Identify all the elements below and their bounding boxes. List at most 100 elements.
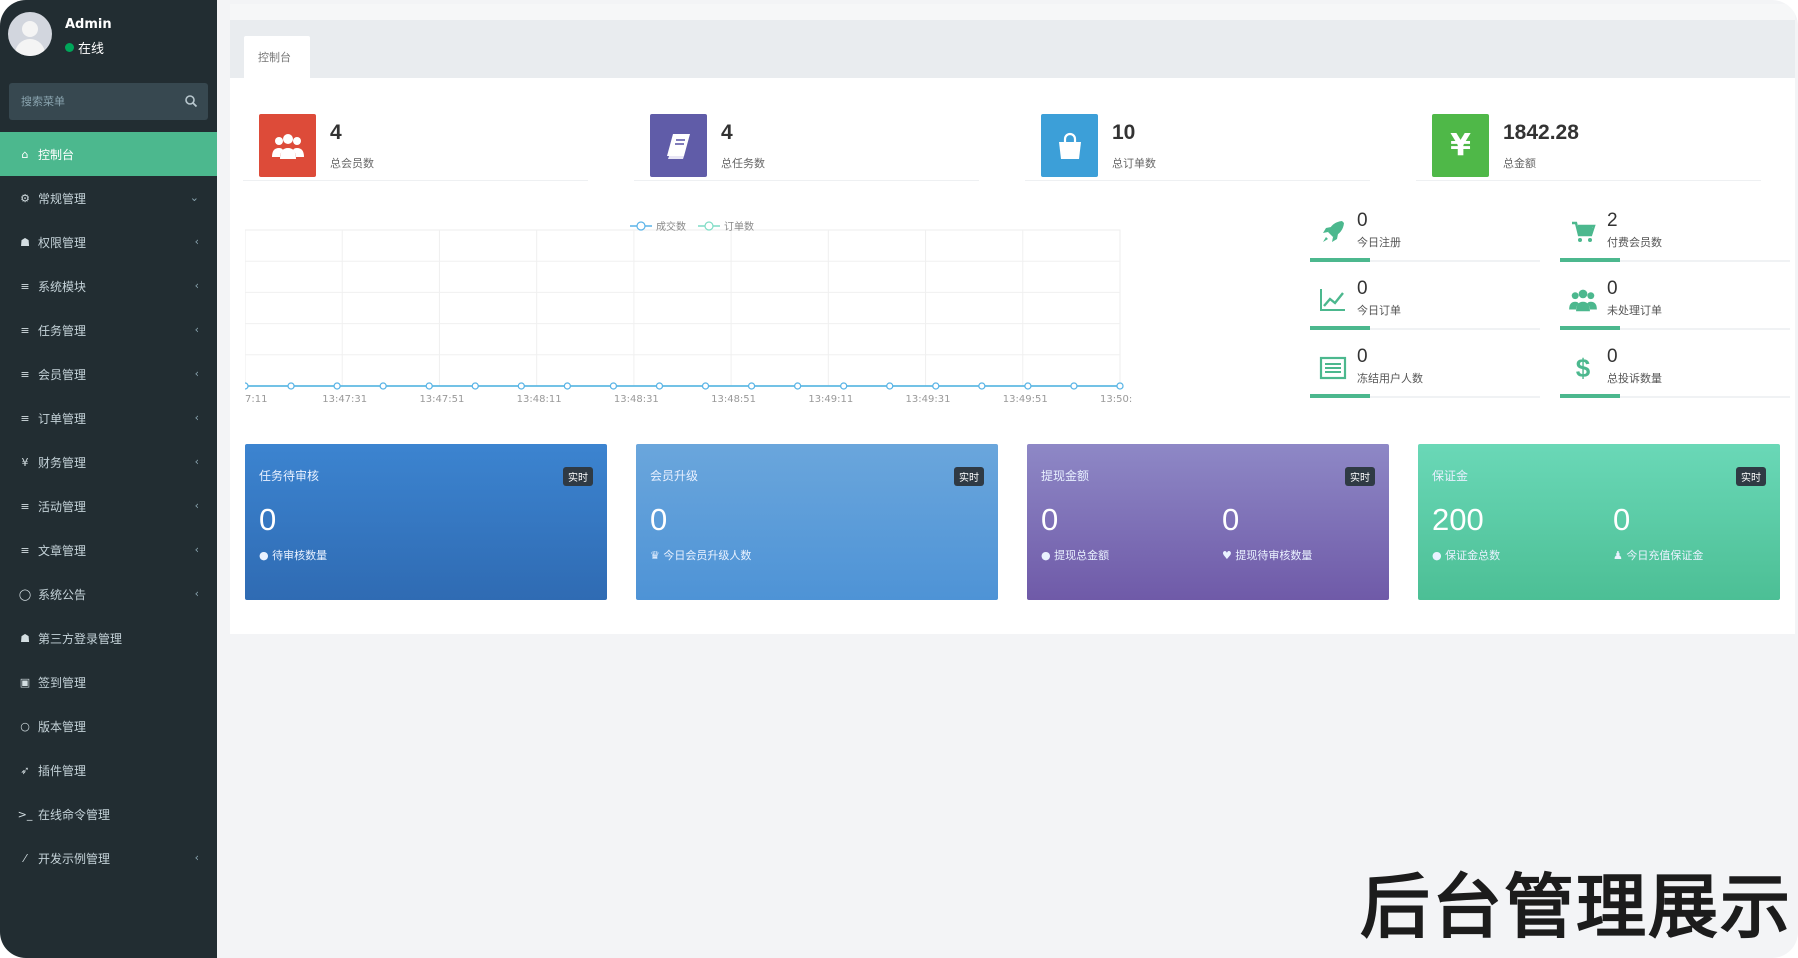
- card-withdrawal[interactable]: 提现金额 实时 0 0 ● 提现总金额 ♥ 提现待审核数量: [1027, 444, 1389, 600]
- x-tick-label: 13:50:: [1100, 394, 1132, 405]
- terminal-icon: >_: [17, 807, 33, 821]
- mini-today-registrations: 0 今日注册: [1310, 208, 1540, 262]
- mini-label: 付费会员数: [1607, 236, 1662, 249]
- list-alt-icon: [1317, 352, 1349, 384]
- search-input[interactable]: [9, 83, 179, 120]
- tab-bar: 控制台: [230, 20, 1795, 78]
- data-point: [655, 382, 664, 390]
- x-tick-label: 13:49:51: [1003, 394, 1048, 405]
- mini-value: 0: [1607, 278, 1618, 299]
- data-point: [333, 382, 341, 390]
- main-area: 控制台 4 总会员数 4 总任务数 10 总订单数 ¥ 1842.28 总金额 …: [217, 0, 1798, 958]
- stat-label: 总会员数: [330, 157, 374, 170]
- chevron-icon: ‹: [194, 587, 199, 600]
- mini-label: 总投诉数量: [1607, 372, 1662, 385]
- legend-marker: [704, 221, 714, 231]
- card-badge: 实时: [1736, 467, 1766, 486]
- sidebar-item-label: 在线命令管理: [38, 807, 111, 822]
- mini-total-complaints: $ 0 总投诉数量: [1560, 344, 1790, 398]
- card-title: 任务待审核: [259, 469, 320, 483]
- sidebar-search: [9, 83, 208, 120]
- sidebar-item-4[interactable]: ≡ 任务管理 ‹: [0, 308, 217, 352]
- sidebar-item-0[interactable]: ⌂ 控制台: [0, 132, 217, 176]
- comment-icon: ◯: [18, 587, 32, 601]
- sidebar-item-13[interactable]: ○ 版本管理: [0, 704, 217, 748]
- data-point: [425, 382, 433, 390]
- mini-label: 未处理订单: [1607, 304, 1662, 317]
- sidebar-item-9[interactable]: ≡ 文章管理 ‹: [0, 528, 217, 572]
- shopping-bag-icon: [1041, 114, 1098, 177]
- card-value: 200: [1432, 502, 1484, 537]
- x-tick-label: 13:47:51: [419, 394, 464, 405]
- chevron-icon: ‹: [194, 367, 199, 380]
- sidebar-item-11[interactable]: ☗ 第三方登录管理: [0, 616, 217, 660]
- sidebar-item-label: 签到管理: [38, 675, 87, 690]
- chevron-icon: ⌄: [189, 191, 199, 204]
- card-sub: ♛ 今日会员升级人数: [650, 547, 751, 563]
- group-icon: ☗: [20, 235, 30, 249]
- card-deposit[interactable]: 保证金 实时 200 0 ● 保证金总数 ♟ 今日充值保证金: [1418, 444, 1780, 600]
- sidebar-item-10[interactable]: ◯ 系统公告 ‹: [0, 572, 217, 616]
- line-chart: 7:11 13:47:31 13:47:51 13:48:11 13:48:31 13:4…: [245, 220, 1132, 405]
- avatar[interactable]: [8, 12, 52, 56]
- sidebar-item-label: 控制台: [38, 147, 75, 162]
- legend-marker: [636, 221, 646, 231]
- trophy-icon: ♛: [650, 549, 660, 562]
- tab-dashboard[interactable]: 控制台: [244, 36, 310, 78]
- sidebar-item-2[interactable]: ☗ 权限管理 ‹: [0, 220, 217, 264]
- user-icon: ♟: [1613, 549, 1623, 562]
- data-point: [840, 382, 848, 390]
- sidebar-item-label: 版本管理: [38, 719, 87, 734]
- sidebar-item-label: 任务管理: [38, 323, 87, 338]
- card-member-upgrade[interactable]: 会员升级 实时 0 ♛ 今日会员升级人数: [636, 444, 998, 600]
- card-task-review[interactable]: 任务待审核 实时 0 ● 待审核数量: [245, 444, 607, 600]
- data-point: [1116, 382, 1124, 390]
- card-value: 0: [1222, 502, 1240, 537]
- user-status-text: 在线: [78, 42, 105, 57]
- comment-icon: ●: [1432, 549, 1442, 562]
- data-point: [471, 382, 479, 390]
- sidebar-item-5[interactable]: ≡ 会员管理 ‹: [0, 352, 217, 396]
- sidebar-item-label: 会员管理: [38, 367, 87, 382]
- sidebar-item-label: 系统模块: [38, 279, 87, 294]
- card-sub-text: 今日充值保证金: [1626, 549, 1704, 562]
- data-point: [1070, 382, 1078, 390]
- chevron-icon: ‹: [194, 235, 199, 248]
- data-point: [609, 382, 618, 390]
- comment-icon: ●: [259, 549, 269, 562]
- sidebar-item-14[interactable]: ➶ 插件管理: [0, 748, 217, 792]
- mini-value: 0: [1607, 346, 1618, 367]
- sidebar-item-8[interactable]: ≡ 活动管理 ‹: [0, 484, 217, 528]
- chevron-icon: ‹: [194, 411, 199, 424]
- sidebar-item-12[interactable]: ▣ 签到管理: [0, 660, 217, 704]
- sidebar-item-label: 插件管理: [38, 763, 87, 778]
- line-chart-icon: [1317, 284, 1349, 316]
- sidebar-item-label: 文章管理: [38, 543, 87, 558]
- x-tick-label: 7:11: [245, 394, 267, 405]
- sidebar-item-16[interactable]: ⁄ 开发示例管理 ‹: [0, 836, 217, 880]
- sidebar-item-label: 第三方登录管理: [38, 631, 123, 646]
- sidebar-item-label: 财务管理: [38, 455, 87, 470]
- mini-value: 0: [1357, 278, 1368, 299]
- sidebar-item-1[interactable]: ⚙ 常规管理 ⌄: [0, 176, 217, 220]
- stat-total-tasks: 4 总任务数: [634, 101, 979, 181]
- magic-icon: ⁄: [24, 851, 26, 865]
- rocket-icon: ➶: [20, 763, 30, 777]
- data-point: [701, 382, 710, 390]
- list-icon: ≡: [20, 543, 30, 557]
- sidebar-item-15[interactable]: >_ 在线命令管理: [0, 792, 217, 836]
- card-title: 会员升级: [650, 469, 699, 483]
- x-tick-label: 13:48:11: [517, 394, 562, 405]
- mini-label: 今日订单: [1357, 304, 1401, 317]
- chevron-icon: ‹: [194, 455, 199, 468]
- sidebar-item-3[interactable]: ≡ 系统模块 ‹: [0, 264, 217, 308]
- sidebar-item-7[interactable]: ¥ 财务管理 ‹: [0, 440, 217, 484]
- circle-icon: ○: [20, 719, 30, 733]
- data-point: [886, 382, 894, 390]
- card-sub-text: 待审核数量: [272, 549, 328, 562]
- search-icon[interactable]: [184, 94, 198, 108]
- chart-frame: [245, 229, 1121, 387]
- sidebar-item-6[interactable]: ≡ 订单管理 ‹: [0, 396, 217, 440]
- mini-value: 0: [1357, 210, 1368, 231]
- stat-value: 1842.28: [1503, 121, 1579, 144]
